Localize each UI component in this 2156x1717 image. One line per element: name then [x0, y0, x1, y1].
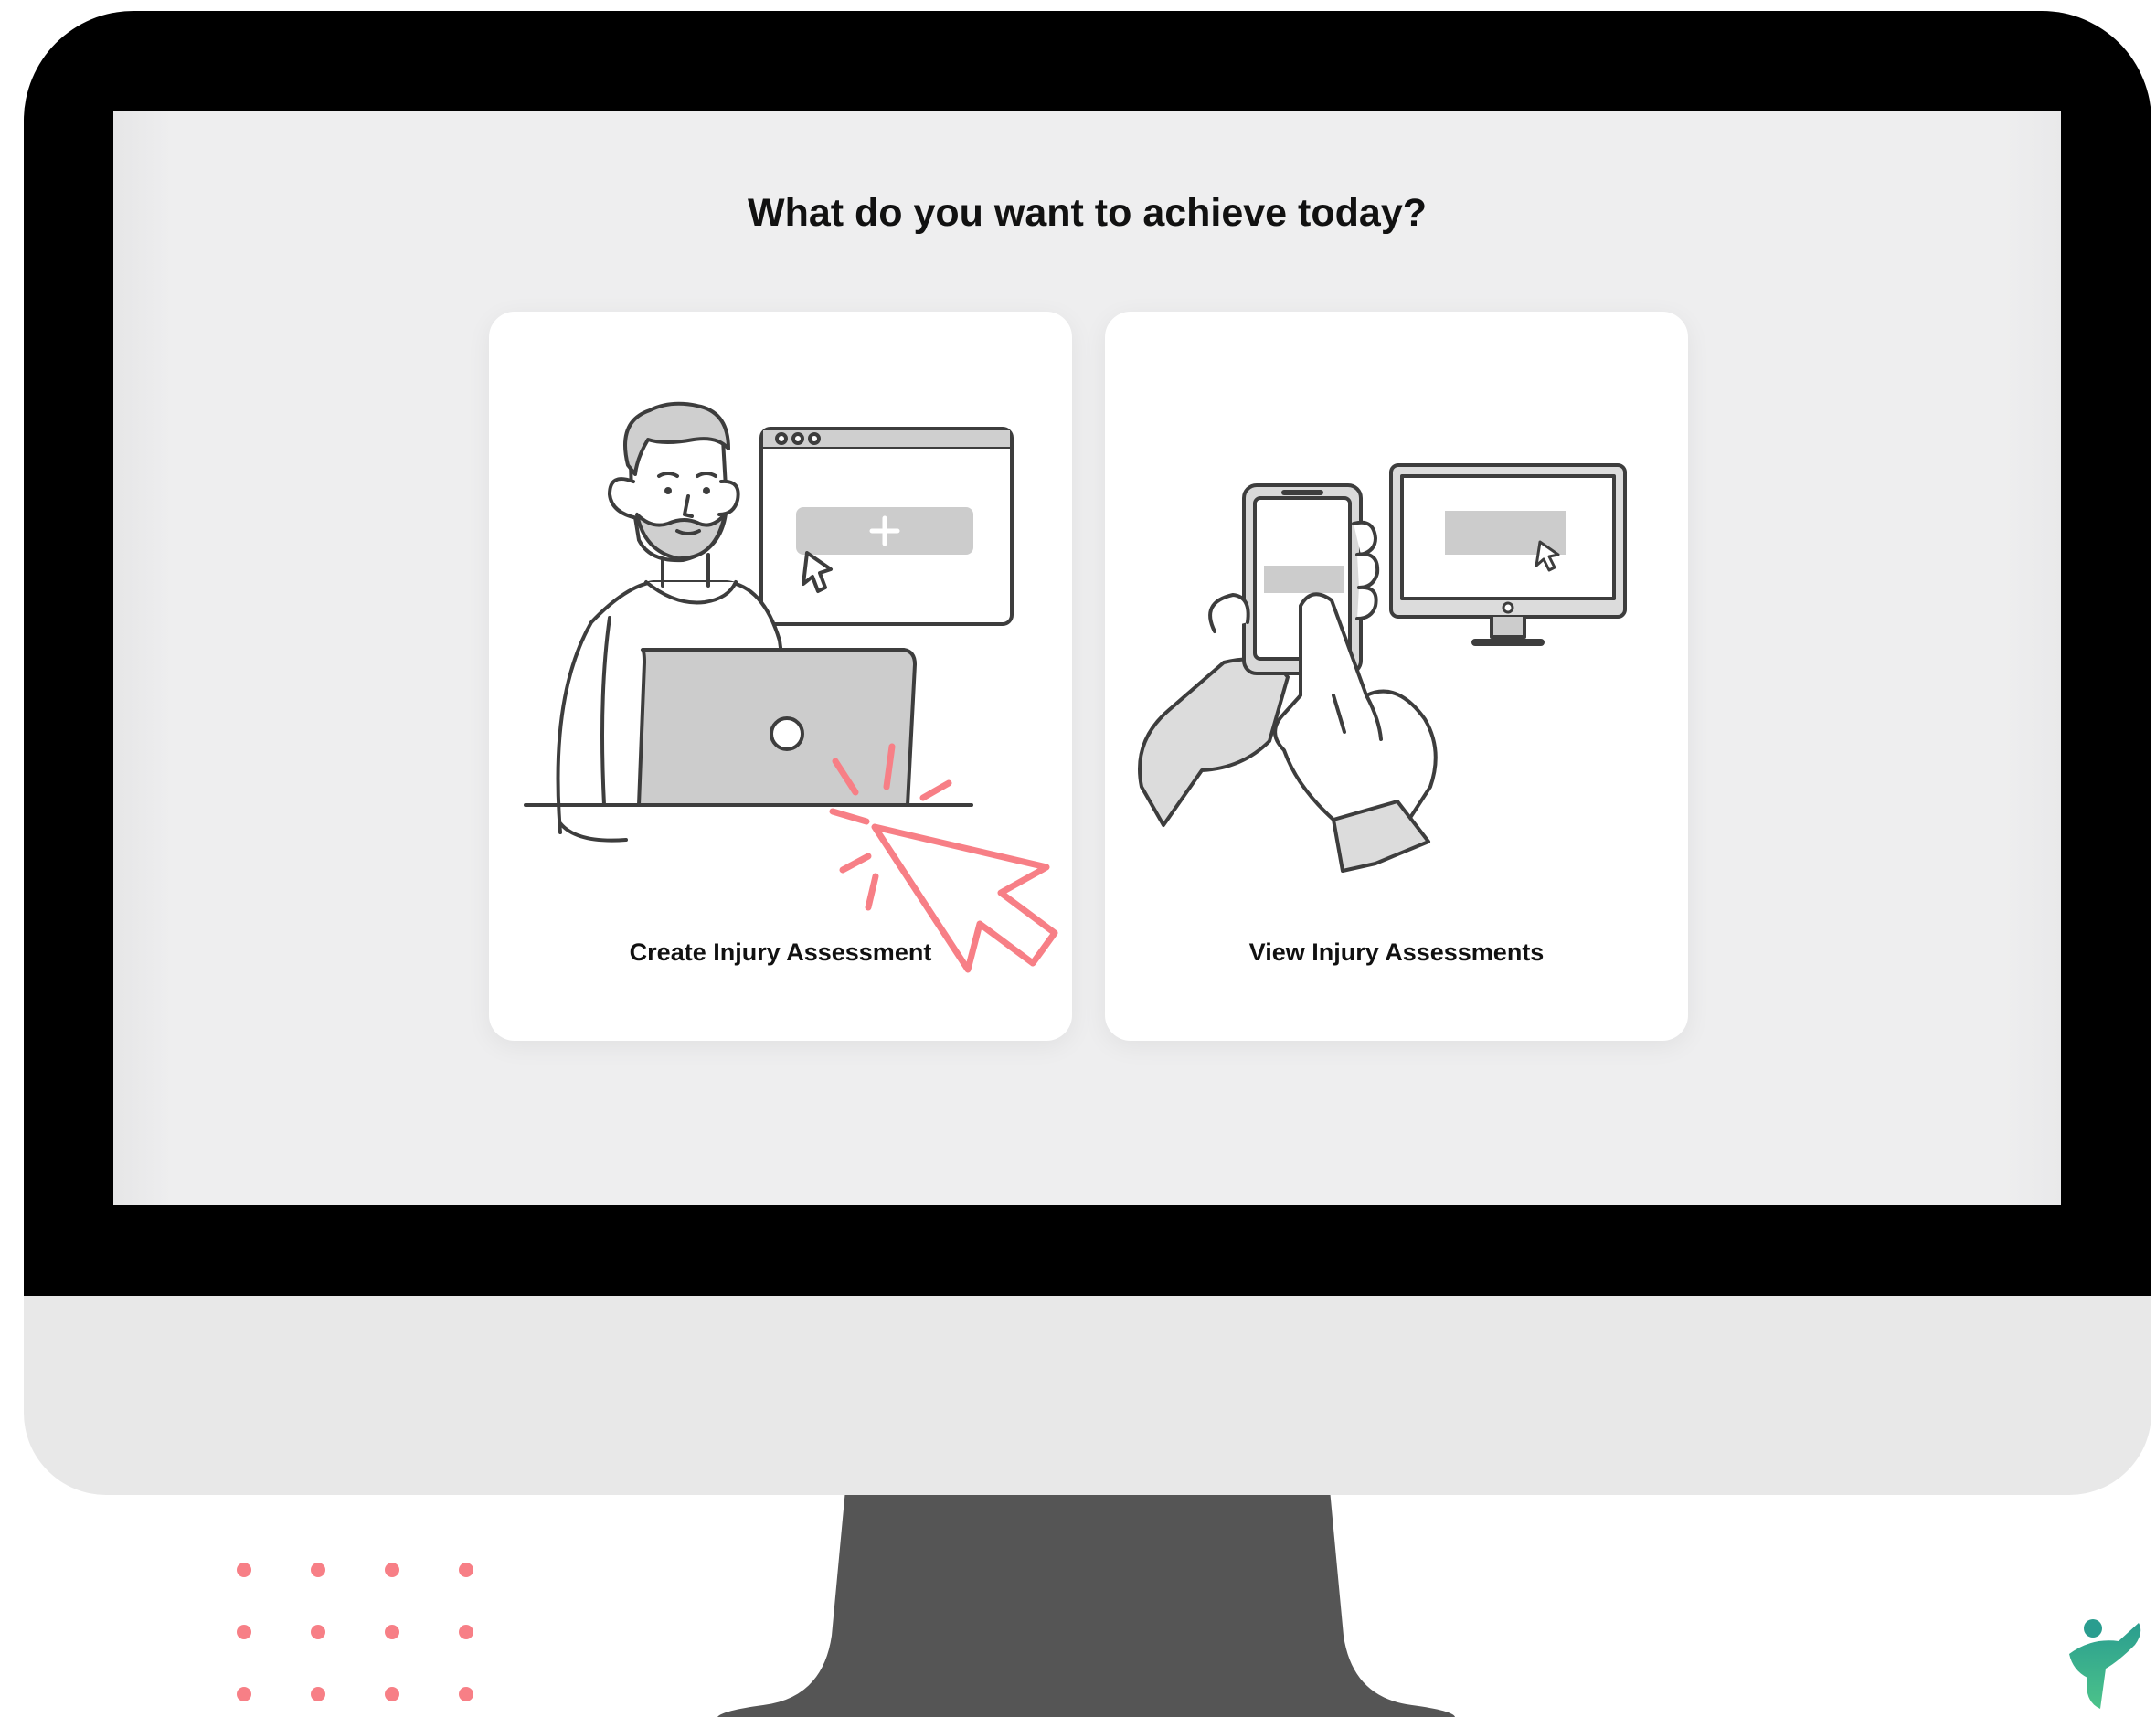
app-screen: What do you want to achieve today? Creat…	[113, 111, 2061, 1205]
marketing-graphic: What do you want to achieve today? Creat…	[0, 0, 2156, 1717]
click-cursor-icon	[829, 743, 1058, 973]
monitor-chin	[24, 1296, 2151, 1495]
brand-logo-icon	[2069, 1619, 2141, 1709]
